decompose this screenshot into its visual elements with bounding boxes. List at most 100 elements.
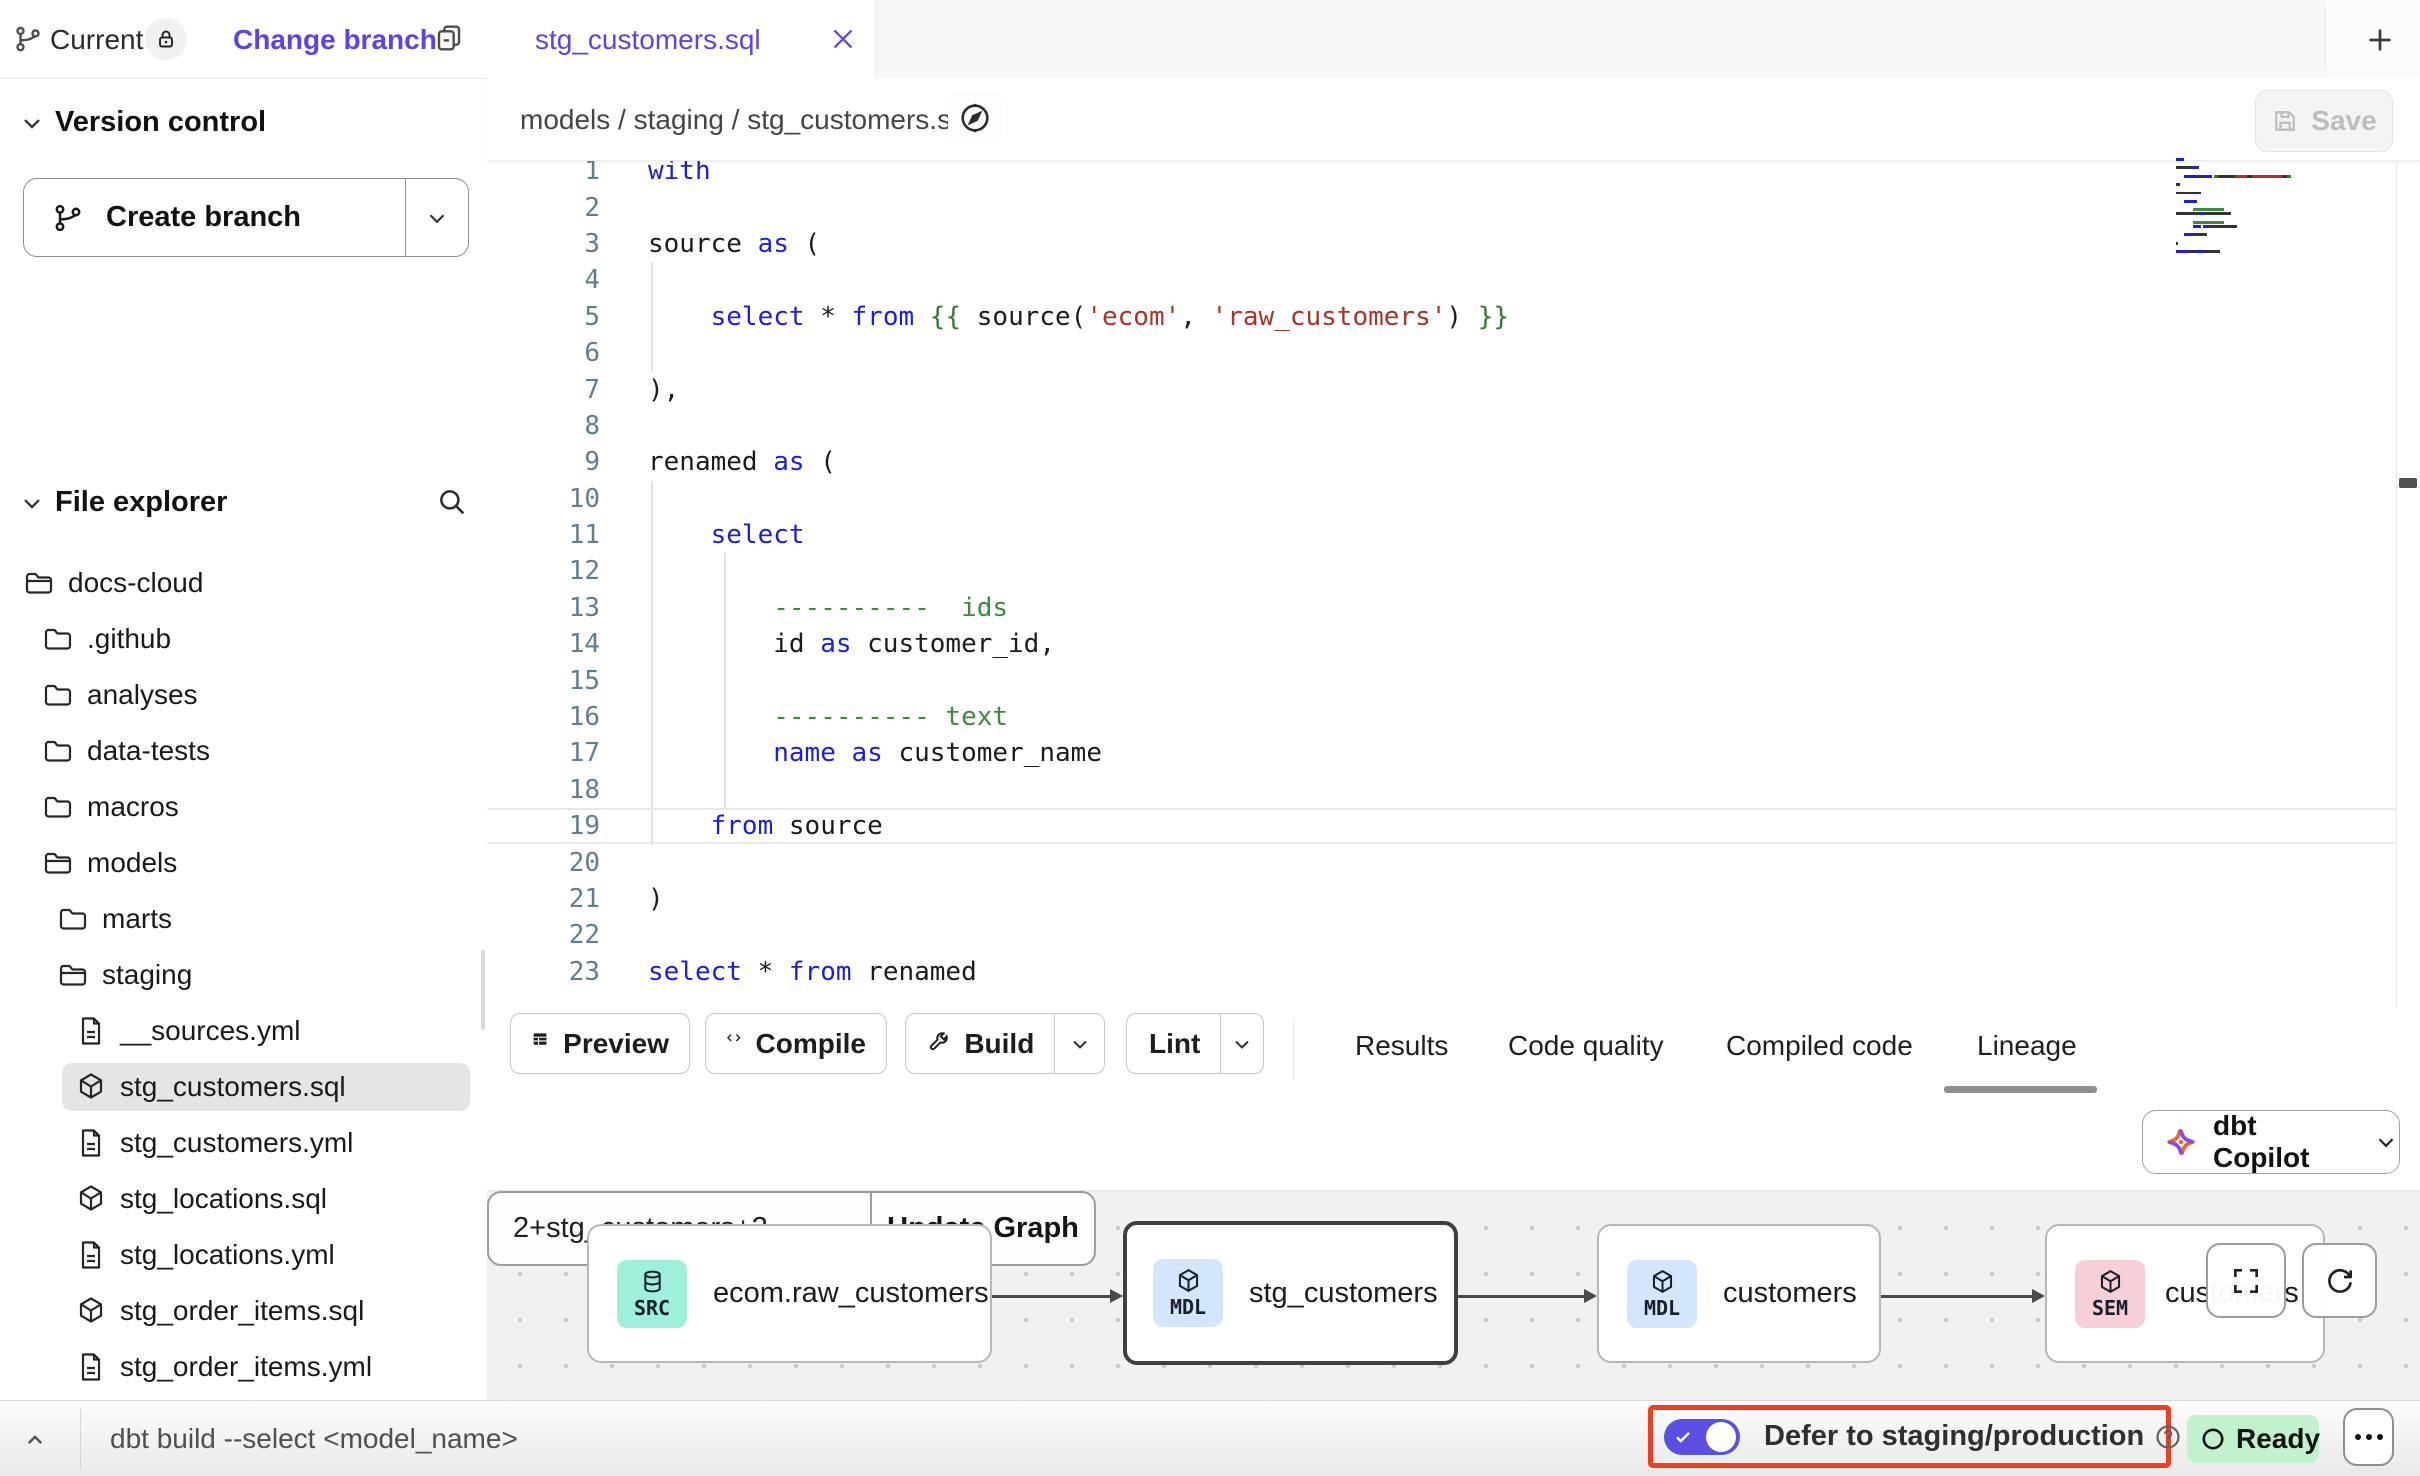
code-line-22[interactable]: 22 [487, 917, 2396, 953]
new-tab-plus-icon[interactable] [2362, 22, 2398, 58]
breadcrumb: models / staging / stg_customers.sql [520, 104, 973, 136]
file-tree-item[interactable]: stg_locations.yml [0, 1227, 487, 1283]
file-tree-item[interactable]: marts [0, 891, 487, 947]
code-line-10[interactable]: 10 [487, 481, 2396, 517]
copy-icon[interactable] [433, 22, 465, 54]
chevron-down-icon[interactable] [18, 109, 46, 137]
build-dropdown[interactable] [1054, 1014, 1104, 1073]
code-icon [726, 1030, 742, 1058]
tab-code-quality[interactable]: Code quality [1508, 1030, 1664, 1062]
tab-lineage[interactable]: Lineage [1977, 1030, 2077, 1062]
code-line-9[interactable]: 9renamed as ( [487, 444, 2396, 480]
change-branch-link[interactable]: Change branch [233, 24, 437, 56]
editor-scrollbar-thumb[interactable] [2399, 478, 2417, 488]
file-tree-item[interactable]: stg_customers.yml [0, 1115, 487, 1171]
tab-label: stg_customers.sql [535, 24, 761, 56]
file-tree-item[interactable]: .github [0, 611, 487, 667]
dbt-copilot-button[interactable]: dbt Copilot [2142, 1110, 2400, 1174]
file-tree-item[interactable]: __sources.yml [0, 1003, 487, 1059]
code-line-6[interactable]: 6 [487, 335, 2396, 371]
model-icon [75, 1183, 107, 1215]
create-branch-main[interactable]: Create branch [24, 179, 405, 256]
file-tree-item[interactable]: analyses [0, 667, 487, 723]
file-tree-item[interactable]: docs-cloud [0, 555, 487, 611]
defer-annotation-box: Defer to staging/production [1648, 1405, 2171, 1468]
code-editor[interactable]: 1with23source as (45 select * from {{ so… [487, 160, 2396, 1008]
save-button[interactable]: Save [2255, 90, 2393, 152]
code-text: select * from {{ source('ecom', 'raw_cus… [648, 302, 1509, 332]
create-branch-button[interactable]: Create branch [23, 178, 469, 257]
copilot-compass-icon[interactable] [948, 91, 1002, 145]
lint-dropdown[interactable] [1220, 1014, 1263, 1073]
file-label: stg_locations.sql [120, 1183, 327, 1215]
tab-results[interactable]: Results [1355, 1030, 1448, 1062]
code-line-20[interactable]: 20 [487, 844, 2396, 880]
line-number: 10 [487, 484, 600, 514]
code-line-18[interactable]: 18 [487, 772, 2396, 808]
file-tree: docs-cloud.githubanalysesdata-testsmacro… [0, 555, 487, 1395]
tab-compiled-code[interactable]: Compiled code [1726, 1030, 1913, 1062]
compile-button[interactable]: Compile [705, 1013, 887, 1074]
close-icon[interactable] [826, 22, 860, 56]
file-label: stg_customers.sql [120, 1071, 346, 1103]
file-tree-item[interactable]: stg_order_items.sql [0, 1283, 487, 1339]
editor-minimap[interactable] [2176, 158, 2308, 262]
build-button[interactable]: Build [905, 1013, 1105, 1074]
code-text: select [648, 520, 805, 550]
code-line-21[interactable]: 21) [487, 881, 2396, 917]
lineage-node-source[interactable]: SRC ecom.raw_customers [587, 1224, 992, 1363]
line-number: 7 [487, 375, 600, 405]
node-label: customers [1723, 1277, 1857, 1310]
file-label: stg_customers.yml [120, 1127, 353, 1159]
code-line-8[interactable]: 8 [487, 408, 2396, 444]
code-line-11[interactable]: 11 select [487, 517, 2396, 553]
code-line-7[interactable]: 7), [487, 371, 2396, 407]
tab-stg-customers-sql[interactable]: stg_customers.sql [487, 0, 876, 80]
lineage-node-customers[interactable]: MDL customers [1597, 1224, 1881, 1363]
file-tree-item[interactable]: staging [0, 947, 487, 1003]
status-circle-icon [2200, 1426, 2226, 1452]
code-line-12[interactable]: 12 [487, 553, 2396, 589]
preview-button[interactable]: Preview [510, 1013, 690, 1074]
code-line-1[interactable]: 1with [487, 160, 2396, 189]
model-badge: MDL [1153, 1259, 1223, 1327]
command-input[interactable]: dbt build --select <model_name> [110, 1423, 518, 1455]
code-line-17[interactable]: 17 name as customer_name [487, 735, 2396, 771]
file-tree-item[interactable]: stg_order_items.yml [0, 1339, 487, 1395]
code-text: with [648, 160, 711, 186]
line-number: 6 [487, 338, 600, 368]
create-branch-dropdown[interactable] [405, 179, 468, 256]
code-line-15[interactable]: 15 [487, 662, 2396, 698]
sidebar-scrollbar[interactable] [481, 950, 485, 1030]
more-options-button[interactable] [2343, 1408, 2394, 1466]
code-line-2[interactable]: 2 [487, 189, 2396, 225]
code-line-16[interactable]: 16 ---------- text [487, 699, 2396, 735]
file-tree-item[interactable]: data-tests [0, 723, 487, 779]
code-line-14[interactable]: 14 id as customer_id, [487, 626, 2396, 662]
source-badge: SRC [617, 1260, 687, 1328]
file-tree-item[interactable]: stg_customers.sql [62, 1063, 470, 1111]
defer-toggle[interactable] [1664, 1419, 1740, 1455]
file-tree-item[interactable]: stg_locations.sql [0, 1171, 487, 1227]
code-line-19[interactable]: 19 from source [487, 808, 2396, 844]
help-icon[interactable] [2154, 1423, 2182, 1451]
file-label: stg_locations.yml [120, 1239, 335, 1271]
chevron-up-icon[interactable] [20, 1425, 50, 1455]
fullscreen-button[interactable] [2206, 1243, 2286, 1318]
code-line-23[interactable]: 23select * from renamed [487, 954, 2396, 990]
lineage-canvas[interactable]: SRC ecom.raw_customers MDL stg_customers… [487, 1190, 2420, 1401]
line-number: 18 [487, 775, 600, 805]
refresh-button[interactable] [2302, 1243, 2377, 1318]
lint-button[interactable]: Lint [1126, 1013, 1264, 1074]
file-icon [75, 1239, 107, 1271]
code-line-3[interactable]: 3source as ( [487, 226, 2396, 262]
code-line-4[interactable]: 4 [487, 262, 2396, 298]
file-tree-item[interactable]: models [0, 835, 487, 891]
code-line-5[interactable]: 5 select * from {{ source('ecom', 'raw_c… [487, 299, 2396, 335]
chevron-down-icon[interactable] [18, 489, 46, 517]
search-icon[interactable] [435, 485, 469, 519]
lineage-node-stg-customers[interactable]: MDL stg_customers [1123, 1221, 1458, 1365]
file-tree-item[interactable]: macros [0, 779, 487, 835]
code-line-13[interactable]: 13 ---------- ids [487, 590, 2396, 626]
toolbar-tabs-divider [1293, 1020, 1294, 1080]
